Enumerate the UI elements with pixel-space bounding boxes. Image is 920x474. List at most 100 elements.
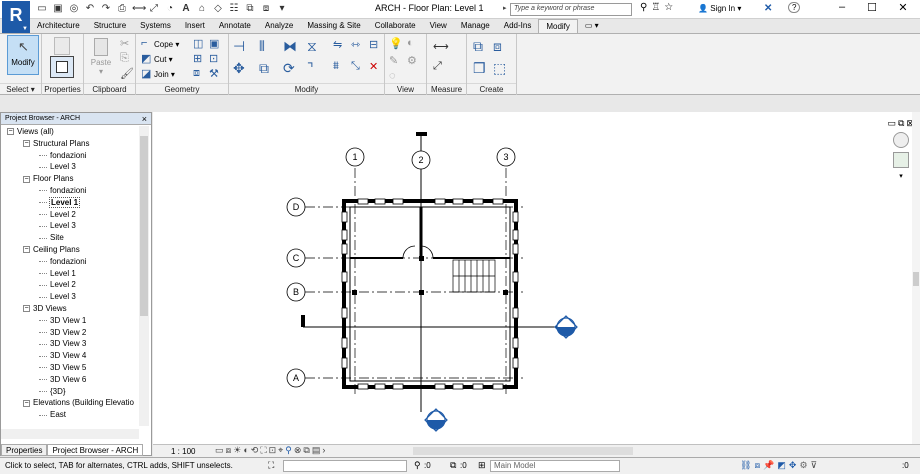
trim-extend-icon[interactable]: ⌝ [307, 60, 314, 77]
tree-item[interactable]: fondazioni [39, 256, 86, 268]
tab-analyze[interactable]: Analyze [258, 19, 300, 33]
background-process-icon[interactable]: ⚙ [799, 460, 810, 470]
minimize-button[interactable]: – [832, 1, 852, 13]
column-b1[interactable] [352, 290, 357, 295]
collapse-toggle-icon[interactable]: − [7, 128, 14, 136]
copy-element-icon[interactable]: ⧉ [259, 60, 269, 77]
tag-icon[interactable]: ◔ [164, 3, 176, 15]
collapse-toggle-icon[interactable]: − [23, 399, 30, 407]
window-mark[interactable] [492, 198, 504, 205]
tree-item[interactable]: fondazioni [39, 185, 86, 197]
wall-joins-icon[interactable]: ⊞ [193, 52, 202, 65]
section-icon[interactable]: ◇ [212, 3, 224, 15]
tab-structure[interactable]: Structure [87, 19, 133, 33]
align-icon[interactable]: ⊣ [233, 38, 245, 55]
drag-elements-icon[interactable]: ✥ [789, 460, 800, 470]
tree-item[interactable]: Level 2 [39, 209, 76, 221]
tab-insert[interactable]: Insert [178, 19, 212, 33]
override-icon[interactable]: ◐ [407, 37, 414, 49]
collapse-toggle-icon[interactable]: − [23, 305, 30, 313]
paint-icon[interactable]: ▣ [209, 37, 219, 50]
window-mark[interactable] [512, 243, 519, 255]
section-head-top[interactable] [416, 132, 427, 136]
collapse-toggle-icon[interactable]: − [23, 246, 30, 254]
redo-icon[interactable]: ↷ [100, 3, 112, 15]
window-mark[interactable] [472, 198, 484, 205]
save-icon[interactable]: ▣ [52, 3, 64, 15]
delete-icon[interactable]: ✕ [369, 60, 378, 73]
tab-properties[interactable]: Properties [1, 444, 48, 456]
window-mark[interactable] [357, 198, 369, 205]
subscription-icon[interactable]: ♖ [651, 2, 660, 13]
exclude-options-icon[interactable]: ⧉ [450, 460, 456, 471]
main-model-select[interactable]: Main Model [490, 460, 620, 472]
reveal-hidden-icon[interactable]: ⊗ [294, 445, 304, 455]
workset-field[interactable] [283, 460, 407, 472]
scroll-thumb[interactable] [140, 136, 148, 316]
window-mark[interactable] [452, 198, 464, 205]
array-icon[interactable]: ⩩ [333, 60, 339, 73]
zoom-icon[interactable] [893, 152, 909, 168]
tab-project-browser[interactable]: Project Browser - ARCH [47, 444, 144, 456]
create-similar-icon[interactable]: ⬚ [493, 60, 506, 77]
join-geometry-icon[interactable]: ⧈ [193, 67, 200, 80]
open-icon[interactable]: ▭ [36, 3, 48, 15]
move-icon[interactable]: ✥ [233, 60, 245, 77]
tree-item[interactable]: {3D} [39, 386, 66, 398]
crop-icon[interactable]: ⛶ [260, 445, 268, 455]
view-scroll-thumb[interactable] [913, 272, 919, 286]
window-mark[interactable] [341, 211, 348, 223]
switch-windows-icon[interactable]: ⧈ [260, 3, 272, 15]
more-icon[interactable]: › [322, 445, 327, 455]
browser-vertical-scrollbar[interactable] [139, 126, 149, 426]
window-mark[interactable] [341, 243, 348, 255]
tree-item[interactable]: Level 1 [39, 268, 76, 280]
window-mark[interactable] [341, 271, 348, 283]
create-parts-icon[interactable]: ⧈ [493, 38, 502, 55]
window-mark[interactable] [512, 357, 519, 369]
split-element-icon[interactable]: ⇋ [333, 38, 342, 51]
view-scale[interactable]: 1 : 100 [171, 447, 195, 456]
scale-icon[interactable]: ⤡ [351, 60, 360, 73]
hide-bulb-icon[interactable]: 💡 [389, 37, 403, 50]
tree-item[interactable]: Level 3 [39, 220, 76, 232]
select-links-icon[interactable]: ⛓ [740, 460, 754, 470]
window-mark[interactable] [512, 229, 519, 241]
print-icon[interactable]: ⎙ [116, 3, 128, 15]
editable-only-icon[interactable]: ⚲ [414, 460, 421, 471]
window-mark[interactable] [512, 271, 519, 283]
text-icon[interactable]: A [180, 3, 192, 15]
dimension-icon[interactable]: ⤢ [148, 3, 160, 15]
window-mark[interactable] [434, 198, 446, 205]
application-menu-button[interactable]: R ▼ [2, 1, 30, 33]
linework-icon[interactable]: ✎ [389, 54, 398, 67]
aligned-dimension-icon[interactable]: ⤢ [433, 60, 442, 73]
customize-qat-icon[interactable]: ▾ [276, 3, 288, 15]
paste-button[interactable]: Paste ▾ [90, 38, 112, 76]
tree-item[interactable]: 3D View 4 [39, 350, 86, 362]
binoculars-icon[interactable]: ⚲ [640, 2, 647, 13]
window-mark[interactable] [452, 383, 464, 390]
worksets-icon[interactable]: ⛶ [268, 460, 274, 471]
section-head-left[interactable] [301, 315, 305, 327]
cut-clip-icon[interactable]: ✂ [120, 37, 129, 50]
tree-group[interactable]: − Ceiling Plans [23, 244, 80, 256]
panel-label-select[interactable]: Select ▾ [0, 83, 41, 94]
default-3d-icon[interactable]: ⌂ [196, 3, 208, 15]
cut-button[interactable]: Cut ▾ [154, 55, 173, 64]
column-b2[interactable] [419, 290, 424, 295]
demolish-icon[interactable]: ⊡ [209, 52, 218, 65]
tree-group[interactable]: − Elevations (Building Elevatio [23, 397, 134, 409]
tab-manage[interactable]: Manage [454, 19, 497, 33]
pin-icon[interactable]: ⊟ [369, 38, 378, 51]
create-group-icon[interactable]: ❒ [473, 60, 486, 77]
tree-item[interactable]: Level 3 [39, 161, 76, 173]
tab-systems[interactable]: Systems [133, 19, 178, 33]
stair[interactable] [452, 259, 496, 293]
mirror-axis-icon[interactable]: ⧓ [283, 38, 297, 55]
window-mark[interactable] [492, 383, 504, 390]
favorites-icon[interactable]: ☆ [664, 2, 673, 13]
modify-button[interactable]: ↖ Modify [7, 35, 39, 75]
tree-group[interactable]: − Floor Plans [23, 173, 73, 185]
temp-hide-icon[interactable]: ⚲ [285, 445, 294, 455]
